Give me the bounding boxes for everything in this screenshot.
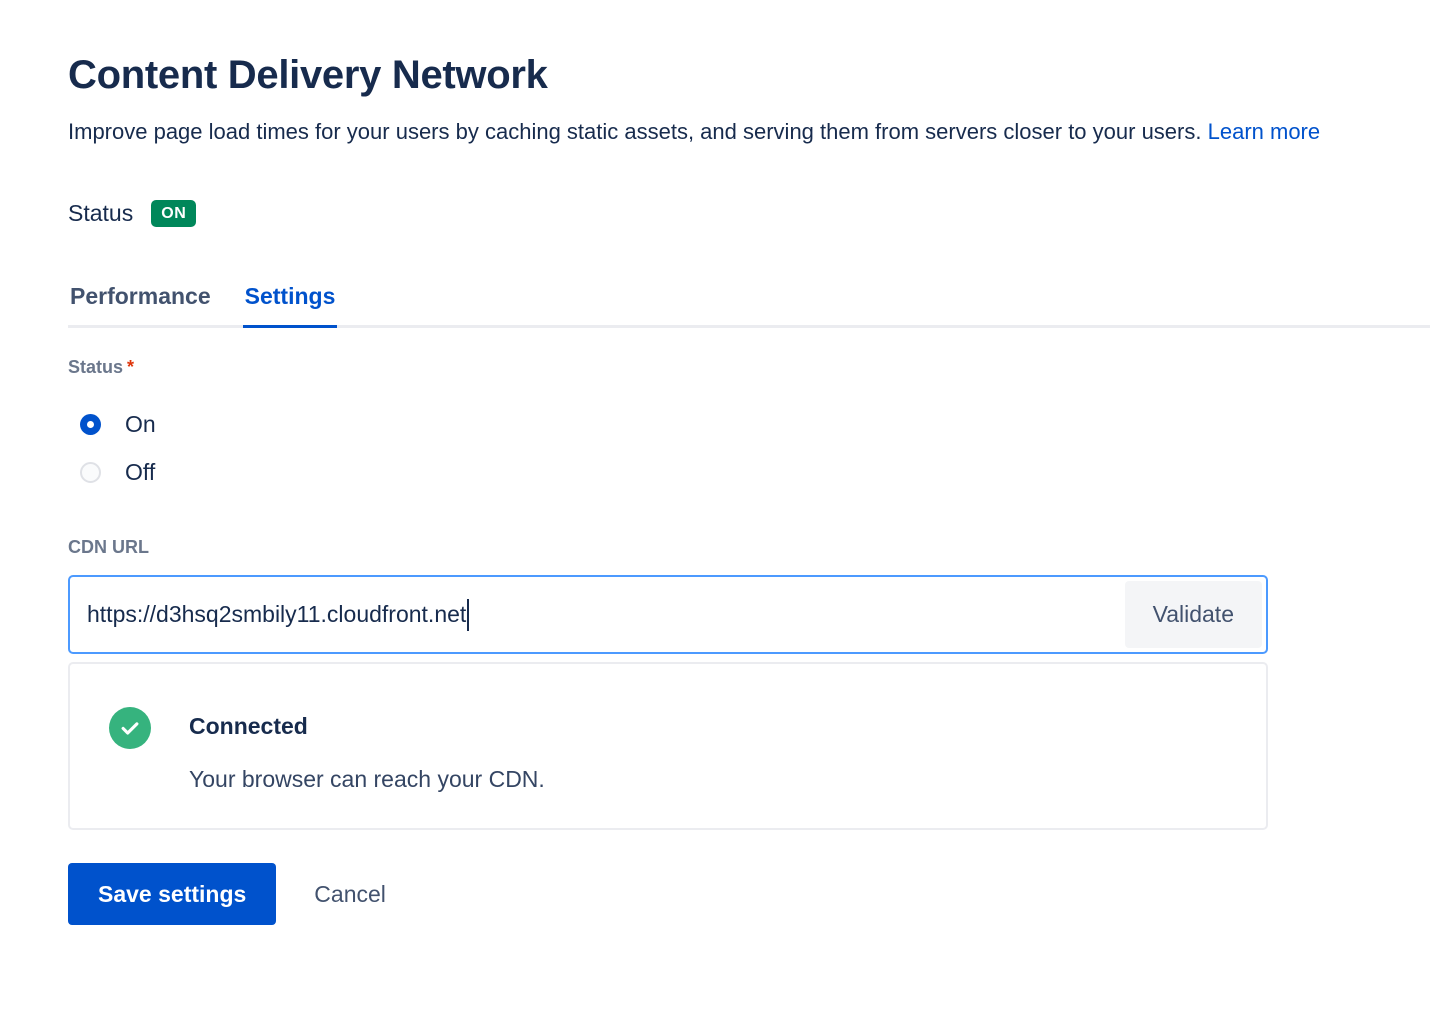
validation-result-message: Your browser can reach your CDN. <box>189 765 545 795</box>
tab-bar: Performance Settings <box>68 283 1430 328</box>
validation-result-text: Connected Your browser can reach your CD… <box>189 707 545 795</box>
text-caret <box>467 599 469 631</box>
learn-more-link[interactable]: Learn more <box>1208 119 1321 144</box>
radio-option-off[interactable]: Off <box>68 449 155 497</box>
status-field-label-row: Status* <box>68 357 1430 379</box>
required-asterisk: * <box>127 357 134 377</box>
status-radio-group: On Off <box>68 401 1430 497</box>
cancel-button[interactable]: Cancel <box>306 881 394 908</box>
status-field-label: Status <box>68 357 123 377</box>
page-description: Improve page load times for your users b… <box>68 112 1426 152</box>
status-summary-label: Status <box>68 200 133 227</box>
cdn-url-input[interactable]: https://d3hsq2smbily11.cloudfront.net <box>74 581 1125 648</box>
validation-result-title: Connected <box>189 712 545 742</box>
radio-off-label: Off <box>125 459 155 486</box>
form-actions: Save settings Cancel <box>68 863 1430 925</box>
radio-on-label: On <box>125 411 156 438</box>
validate-button[interactable]: Validate <box>1125 581 1262 648</box>
check-circle-icon <box>109 707 151 749</box>
cdn-url-field: https://d3hsq2smbily11.cloudfront.net Va… <box>68 575 1268 654</box>
tab-performance[interactable]: Performance <box>68 283 213 328</box>
status-on-badge: ON <box>151 200 196 227</box>
save-settings-button[interactable]: Save settings <box>68 863 276 925</box>
cdn-url-label: CDN URL <box>68 537 1430 559</box>
radio-option-on[interactable]: On <box>68 401 156 449</box>
radio-unselected-icon[interactable] <box>80 462 101 483</box>
status-field: Status* On Off <box>68 357 1430 497</box>
validation-result-panel: Connected Your browser can reach your CD… <box>68 662 1268 830</box>
tab-settings[interactable]: Settings <box>243 283 338 328</box>
page-title: Content Delivery Network <box>68 50 1430 100</box>
cdn-url-value: https://d3hsq2smbily11.cloudfront.net <box>87 601 466 628</box>
status-summary-row: Status ON <box>68 200 1430 227</box>
radio-selected-icon[interactable] <box>80 414 101 435</box>
cdn-settings-page: Content Delivery Network Improve page lo… <box>0 0 1456 925</box>
page-description-text: Improve page load times for your users b… <box>68 119 1201 144</box>
